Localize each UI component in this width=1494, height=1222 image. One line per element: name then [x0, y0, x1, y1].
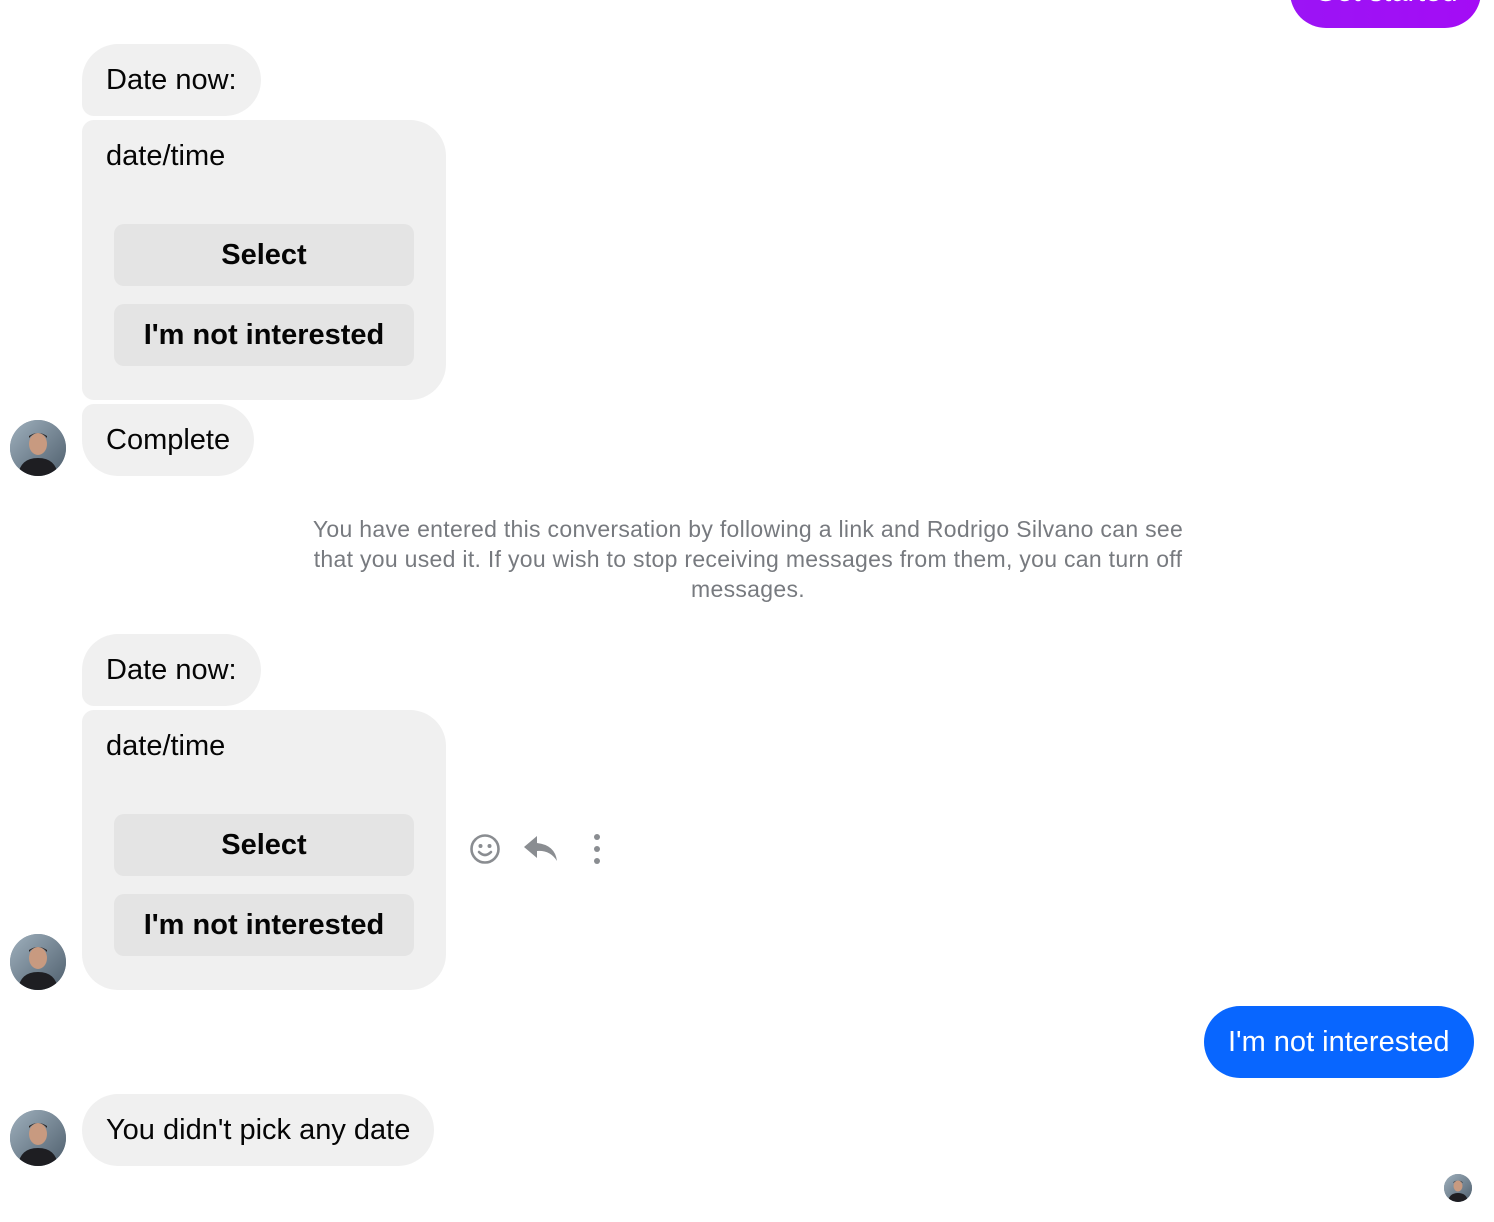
- conversation-notice: You have entered this conversation by fo…: [312, 516, 1184, 602]
- outgoing-bubble-get-started: Get started: [1290, 0, 1482, 28]
- message-complete: Complete: [82, 404, 255, 476]
- card-text: date/time: [106, 140, 226, 172]
- person-avatar-icon: [10, 420, 66, 476]
- smiley-icon[interactable]: [468, 832, 502, 866]
- avatar[interactable]: [10, 420, 66, 476]
- vertical-dots-icon[interactable]: [588, 832, 606, 866]
- message-no-date-picked: You didn't pick any date: [82, 1094, 435, 1166]
- message-card-datetime: date/time Select I'm not interested: [82, 120, 446, 400]
- message-date-now: Date now:: [82, 44, 261, 116]
- message-date-now: Date now:: [82, 634, 261, 706]
- person-avatar-icon: [1444, 1174, 1472, 1202]
- message-card-datetime: date/time Select I'm not interested: [82, 710, 446, 990]
- person-avatar-icon: [10, 934, 66, 990]
- outgoing-bubble-not-interested: I'm not interested: [1204, 1006, 1474, 1078]
- select-button[interactable]: Select: [114, 814, 414, 876]
- avatar[interactable]: [10, 1110, 66, 1166]
- seen-receipt-avatar: [1444, 1174, 1472, 1202]
- not-interested-button[interactable]: I'm not interested: [114, 894, 414, 956]
- person-avatar-icon: [10, 1110, 66, 1166]
- reply-arrow-icon[interactable]: [522, 833, 560, 865]
- card-text: date/time: [106, 730, 226, 762]
- select-button[interactable]: Select: [114, 224, 414, 286]
- not-interested-button[interactable]: I'm not interested: [114, 304, 414, 366]
- avatar[interactable]: [10, 934, 66, 990]
